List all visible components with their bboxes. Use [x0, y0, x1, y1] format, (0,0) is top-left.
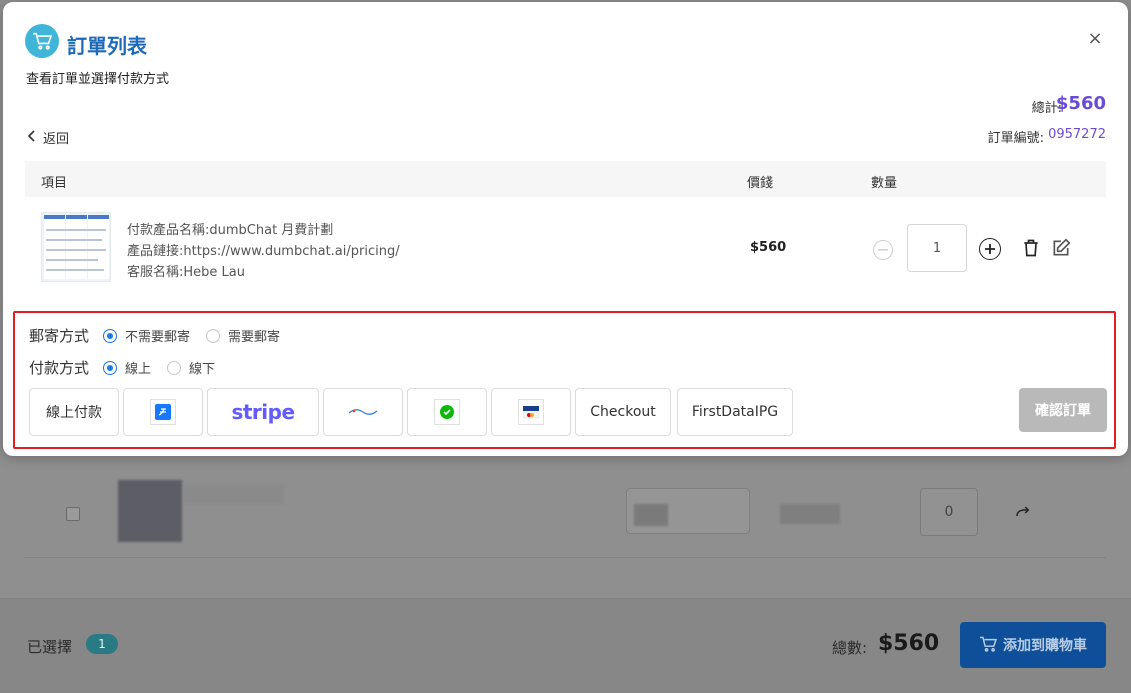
alipay-logo-icon: [150, 399, 176, 425]
firstdata-label: FirstDataIPG: [691, 404, 779, 420]
table-row: 付款產品名稱:dumbChat 月費計劃 產品鏈接:https://www.du…: [25, 200, 1106, 294]
footer-total-label: 總數:: [832, 639, 868, 657]
payment-option-label: 線上: [125, 362, 152, 377]
modal-title: 訂單列表: [67, 34, 147, 58]
checkout-button[interactable]: Checkout: [575, 388, 671, 436]
firstdata-ipg-button[interactable]: FirstDataIPG: [677, 388, 793, 436]
quantity-input[interactable]: 1: [907, 224, 967, 272]
shipping-payment-panel: 郵寄方式 不需要郵寄 需要郵寄 付款方式 線上 線下 線上付款 stripe C…: [13, 311, 1116, 449]
back-button[interactable]: 返回: [27, 128, 69, 147]
radio-checked-icon: [103, 328, 118, 343]
trash-icon[interactable]: [1021, 238, 1043, 260]
online-payment-label: 線上付款: [46, 405, 102, 421]
blurred-text: [184, 484, 284, 504]
confirm-order-button[interactable]: 確認訂單: [1019, 388, 1107, 432]
cart-icon: [979, 636, 998, 655]
online-payment-button[interactable]: 線上付款: [29, 388, 119, 436]
payment-title: 付款方式: [29, 359, 90, 377]
add-to-cart-button[interactable]: 添加到購物車: [960, 622, 1106, 668]
radio-icon: [206, 328, 221, 343]
product-thumbnail: [41, 212, 111, 282]
product-name: 付款產品名稱:dumbChat 月費計劃: [127, 223, 334, 238]
chevron-left-icon: [27, 129, 37, 146]
modal-subtitle: 查看訂單並選擇付款方式: [26, 72, 170, 87]
order-number-value: 0957272: [1048, 127, 1106, 142]
table-header: 項目 價錢 數量: [25, 161, 1106, 197]
share-icon[interactable]: [1014, 504, 1034, 524]
blurred-text: [780, 504, 840, 524]
selected-count-badge: 1: [86, 634, 118, 654]
stripe-label: stripe: [231, 400, 295, 424]
shipping-option-no[interactable]: 不需要郵寄: [103, 326, 190, 345]
footer-total-value: $560: [878, 631, 940, 656]
selected-label: 已選擇: [27, 638, 73, 656]
header-item: 項目: [41, 176, 68, 191]
order-list-modal: 訂單列表 查看訂單並選擇付款方式 × 總計: $560 訂單編號: 095727…: [3, 2, 1128, 456]
close-icon[interactable]: ×: [1085, 28, 1105, 49]
order-number-label: 訂單編號:: [987, 131, 1044, 146]
total-value: $560: [1055, 93, 1106, 114]
background-footer: 已選擇 1 總數: $560 添加到購物車: [0, 598, 1131, 693]
header-qty: 數量: [871, 176, 898, 191]
payment-row: 付款方式 線上 線下: [29, 357, 231, 378]
edit-icon[interactable]: [1051, 238, 1073, 260]
add-to-cart-label: 添加到購物車: [1003, 637, 1087, 653]
shipping-row: 郵寄方式 不需要郵寄 需要郵寄: [29, 325, 296, 346]
back-label: 返回: [43, 132, 70, 147]
checkout-label: Checkout: [590, 404, 656, 420]
radio-icon: [167, 360, 182, 375]
cart-icon: [25, 24, 59, 58]
radio-checked-icon: [103, 360, 118, 375]
blurred-text: [634, 504, 668, 526]
product-price: $560: [750, 240, 787, 255]
decrease-qty-button[interactable]: [873, 240, 893, 260]
blurred-thumbnail: [118, 480, 182, 542]
background-qty-box[interactable]: 0: [920, 488, 978, 536]
shipping-title: 郵寄方式: [29, 327, 90, 345]
wechat-pay-button[interactable]: [407, 388, 487, 436]
shipping-option-label: 需要郵寄: [228, 330, 281, 345]
increase-qty-button[interactable]: [979, 238, 1001, 260]
payment-option-label: 線下: [189, 362, 216, 377]
product-info: 付款產品名稱:dumbChat 月費計劃 產品鏈接:https://www.du…: [127, 220, 400, 283]
card-payment-button[interactable]: [491, 388, 571, 436]
paydollar-logo-icon: [348, 404, 378, 420]
background-table-row: 0: [24, 470, 1106, 558]
alipay-hk-button[interactable]: [123, 388, 203, 436]
agent-name: 客服名稱:Hebe Lau: [127, 265, 245, 280]
payment-option-offline[interactable]: 線下: [167, 358, 215, 377]
stripe-button[interactable]: stripe: [207, 388, 319, 436]
credit-card-logo-icon: [518, 399, 544, 425]
shipping-option-yes[interactable]: 需要郵寄: [206, 326, 280, 345]
row-checkbox[interactable]: [66, 507, 80, 521]
header-price: 價錢: [747, 176, 774, 191]
paydollar-button[interactable]: [323, 388, 403, 436]
payment-option-online[interactable]: 線上: [103, 358, 151, 377]
shipping-option-label: 不需要郵寄: [125, 330, 191, 345]
wechat-pay-logo-icon: [434, 399, 460, 425]
product-link: 產品鏈接:https://www.dumbchat.ai/pricing/: [127, 244, 400, 259]
